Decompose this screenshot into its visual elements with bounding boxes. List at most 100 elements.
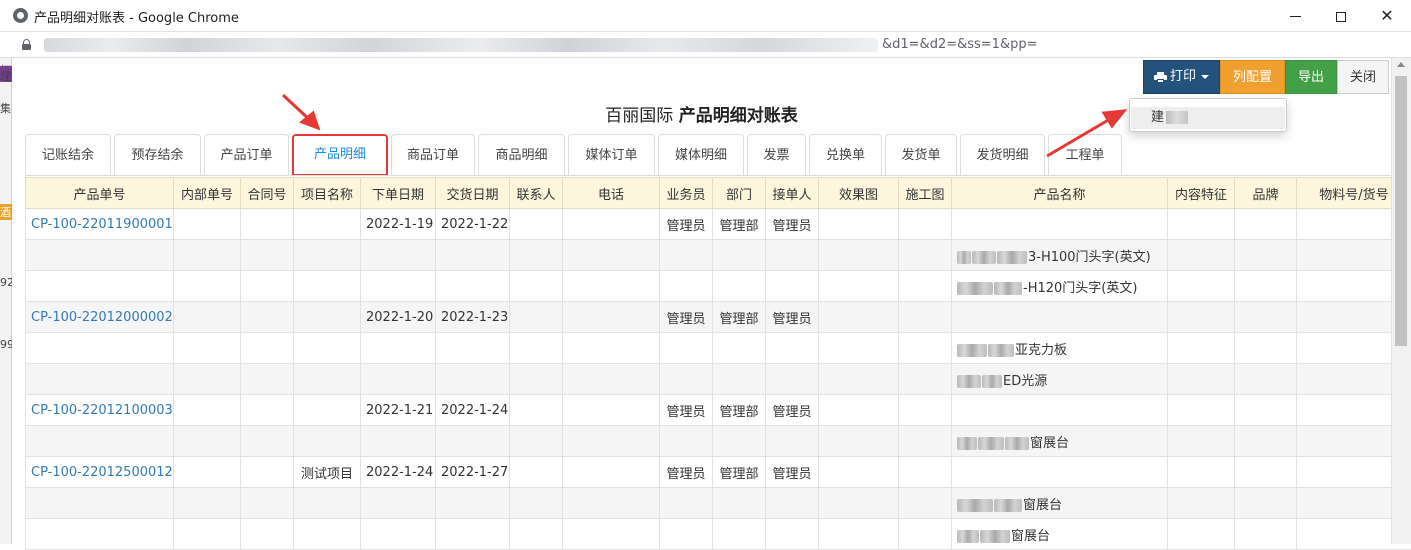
tab-prepaid-balance[interactable]: 预存结余	[114, 134, 201, 176]
cell	[1235, 395, 1297, 426]
product-name-text: 窗展台	[1023, 498, 1062, 513]
delivery-date-cell: 2022-1-22	[436, 209, 510, 240]
export-button[interactable]: 导出	[1285, 60, 1337, 94]
columns-config-button[interactable]: 列配置	[1220, 60, 1285, 94]
cell	[1235, 519, 1297, 550]
cell	[899, 519, 952, 550]
tab-goods-orders[interactable]: 商品订单	[391, 134, 475, 176]
column-header[interactable]: 接单人	[766, 178, 819, 209]
order-date-cell	[361, 240, 436, 271]
column-header[interactable]: 合同号	[241, 178, 294, 209]
cell	[563, 302, 660, 333]
blurred-text	[957, 530, 979, 543]
department-cell: 管理部	[713, 302, 766, 333]
tab-product-details[interactable]: 产品明细	[292, 134, 388, 176]
tab-invoices[interactable]: 发票	[747, 134, 806, 176]
table-row[interactable]: 窗展台	[26, 488, 1411, 519]
order-number-cell	[26, 271, 174, 302]
product-name-cell	[952, 395, 1168, 426]
tab-product-orders[interactable]: 产品订单	[204, 134, 289, 176]
cell	[819, 426, 899, 457]
column-header[interactable]: 项目名称	[294, 178, 361, 209]
column-header[interactable]: 产品单号	[26, 178, 174, 209]
order-number-cell[interactable]: CP-100-22012000002	[26, 302, 174, 333]
table-row[interactable]: CP-100-220121000032022-1-212022-1-24管理员管…	[26, 395, 1411, 426]
column-header[interactable]: 施工图	[899, 178, 952, 209]
tab-delivery-orders[interactable]: 发货单	[885, 134, 957, 176]
order-date-cell	[361, 488, 436, 519]
blurred-text	[997, 251, 1027, 264]
cell	[563, 395, 660, 426]
tab-media-details[interactable]: 媒体明细	[658, 134, 744, 176]
close-button[interactable]: 关闭	[1337, 60, 1389, 94]
vertical-scrollbar[interactable]	[1391, 58, 1411, 544]
cell	[1168, 519, 1235, 550]
column-header[interactable]: 效果图	[819, 178, 899, 209]
column-header[interactable]: 产品名称	[952, 178, 1168, 209]
order-number-cell[interactable]: CP-100-22012500012	[26, 457, 174, 488]
cell	[1168, 364, 1235, 395]
cell	[1235, 271, 1297, 302]
receiver-cell: 管理员	[766, 457, 819, 488]
column-header[interactable]: 业务员	[660, 178, 713, 209]
cell	[510, 519, 563, 550]
salesman-cell: 管理员	[660, 457, 713, 488]
salesman-cell	[660, 364, 713, 395]
cell	[241, 271, 294, 302]
order-number-cell[interactable]: CP-100-22012100003	[26, 395, 174, 426]
column-header[interactable]: 下单日期	[361, 178, 436, 209]
tab-delivery-details[interactable]: 发货明细	[960, 134, 1045, 176]
minimize-button[interactable]	[1272, 0, 1318, 32]
cell	[241, 240, 294, 271]
blurred-text	[1005, 437, 1029, 450]
tab-exchange-orders[interactable]: 兑换单	[809, 134, 882, 176]
cell	[510, 302, 563, 333]
delivery-date-cell	[436, 364, 510, 395]
tab-media-orders[interactable]: 媒体订单	[568, 134, 655, 176]
table-row[interactable]: CP-100-220120000022022-1-202022-1-23管理员管…	[26, 302, 1411, 333]
salesman-cell	[660, 271, 713, 302]
cell	[1235, 488, 1297, 519]
cell	[1168, 209, 1235, 240]
table-row[interactable]: 3-H100门头字(英文)	[26, 240, 1411, 271]
table-row[interactable]: 窗展台	[26, 426, 1411, 457]
tab-goods-details[interactable]: 商品明细	[478, 134, 565, 176]
tab-ledger-balance[interactable]: 记账结余	[25, 134, 111, 176]
table-row[interactable]: -H120门头字(英文)	[26, 271, 1411, 302]
maximize-button[interactable]	[1318, 0, 1364, 32]
table-row[interactable]: ED光源	[26, 364, 1411, 395]
table-row[interactable]: 亚克力板	[26, 333, 1411, 364]
table-header-row: 产品单号内部单号合同号项目名称下单日期交货日期联系人电话业务员部门接单人效果图施…	[26, 178, 1411, 209]
delivery-date-cell	[436, 333, 510, 364]
title-bar: 产品明细对账表 - Google Chrome ✕	[0, 0, 1411, 32]
tab-project-orders[interactable]: 工程单	[1048, 134, 1122, 176]
cell	[1168, 333, 1235, 364]
product-detail-table: 产品单号内部单号合同号项目名称下单日期交货日期联系人电话业务员部门接单人效果图施…	[25, 177, 1411, 550]
table-row[interactable]: CP-100-22012500012测试项目2022-1-242022-1-27…	[26, 457, 1411, 488]
order-number-cell[interactable]: CP-100-22011900001	[26, 209, 174, 240]
table-row[interactable]: CP-100-220119000012022-1-192022-1-22管理员管…	[26, 209, 1411, 240]
background-fragment: 集	[0, 100, 12, 116]
scrollbar-thumb[interactable]	[1395, 76, 1407, 346]
print-button[interactable]: 打印	[1143, 60, 1220, 94]
cell	[174, 302, 241, 333]
product-name-text: -H120门头字(英文)	[1023, 281, 1137, 296]
receiver-cell: 管理员	[766, 395, 819, 426]
column-header[interactable]: 电话	[563, 178, 660, 209]
cell	[510, 364, 563, 395]
cell	[241, 302, 294, 333]
delivery-date-cell	[436, 488, 510, 519]
column-header[interactable]: 内部单号	[174, 178, 241, 209]
order-number-cell	[26, 333, 174, 364]
column-header[interactable]: 品牌	[1235, 178, 1297, 209]
column-header[interactable]: 部门	[713, 178, 766, 209]
blurred-text	[957, 375, 981, 388]
close-window-button[interactable]: ✕	[1364, 0, 1410, 32]
column-header[interactable]: 联系人	[510, 178, 563, 209]
address-bar[interactable]: &d1=&d2=&ss=1&pp=	[0, 32, 1411, 58]
salesman-cell	[660, 333, 713, 364]
column-header[interactable]: 交货日期	[436, 178, 510, 209]
column-header[interactable]: 内容特征	[1168, 178, 1235, 209]
blurred-text	[980, 530, 1010, 543]
table-row[interactable]: 窗展台	[26, 519, 1411, 550]
